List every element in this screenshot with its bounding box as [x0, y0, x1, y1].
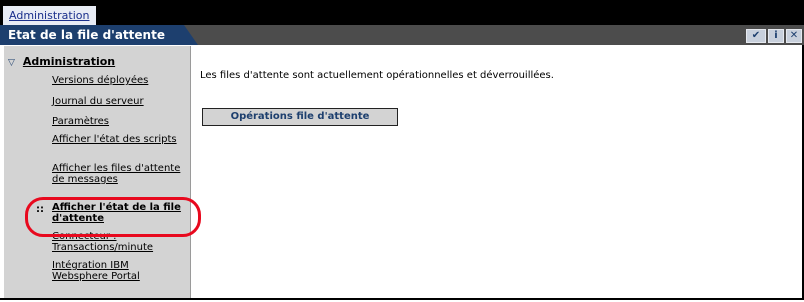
- window-controls: ✔ i ✕: [746, 29, 802, 43]
- sidebar-item-versions-deployees[interactable]: Versions déployées: [52, 75, 182, 86]
- info-icon[interactable]: i: [768, 29, 784, 43]
- sidebar-item-journal-serveur[interactable]: Journal du serveur: [52, 96, 182, 107]
- queue-operations-button[interactable]: Opérations file d'attente: [202, 108, 398, 126]
- close-icon[interactable]: ✕: [786, 29, 802, 43]
- sidebar-item-parametres[interactable]: Paramètres: [52, 116, 182, 127]
- sidebar-item-etat-scripts[interactable]: Afficher l'état des scripts: [52, 134, 182, 145]
- checkmark-icon[interactable]: ✔: [746, 29, 766, 43]
- sidebar: ▽ Administration Versions déployées Jour…: [4, 46, 191, 298]
- status-text: Les files d'attente sont actuellement op…: [200, 70, 554, 81]
- window-title: Etat de la file d'attente: [8, 28, 165, 42]
- chevron-down-icon: ▽: [8, 58, 15, 68]
- sidebar-root-administration[interactable]: ▽ Administration: [8, 55, 115, 68]
- sidebar-item-integration-websphere[interactable]: Intégration IBM Websphere Portal: [52, 260, 182, 282]
- tab-administration[interactable]: Administration: [3, 6, 96, 25]
- sidebar-root-label: Administration: [22, 55, 116, 68]
- highlight-ring: [25, 197, 201, 237]
- sidebar-item-files-messages[interactable]: Afficher les files d'attente de messages: [52, 163, 182, 185]
- top-bar: [0, 0, 804, 25]
